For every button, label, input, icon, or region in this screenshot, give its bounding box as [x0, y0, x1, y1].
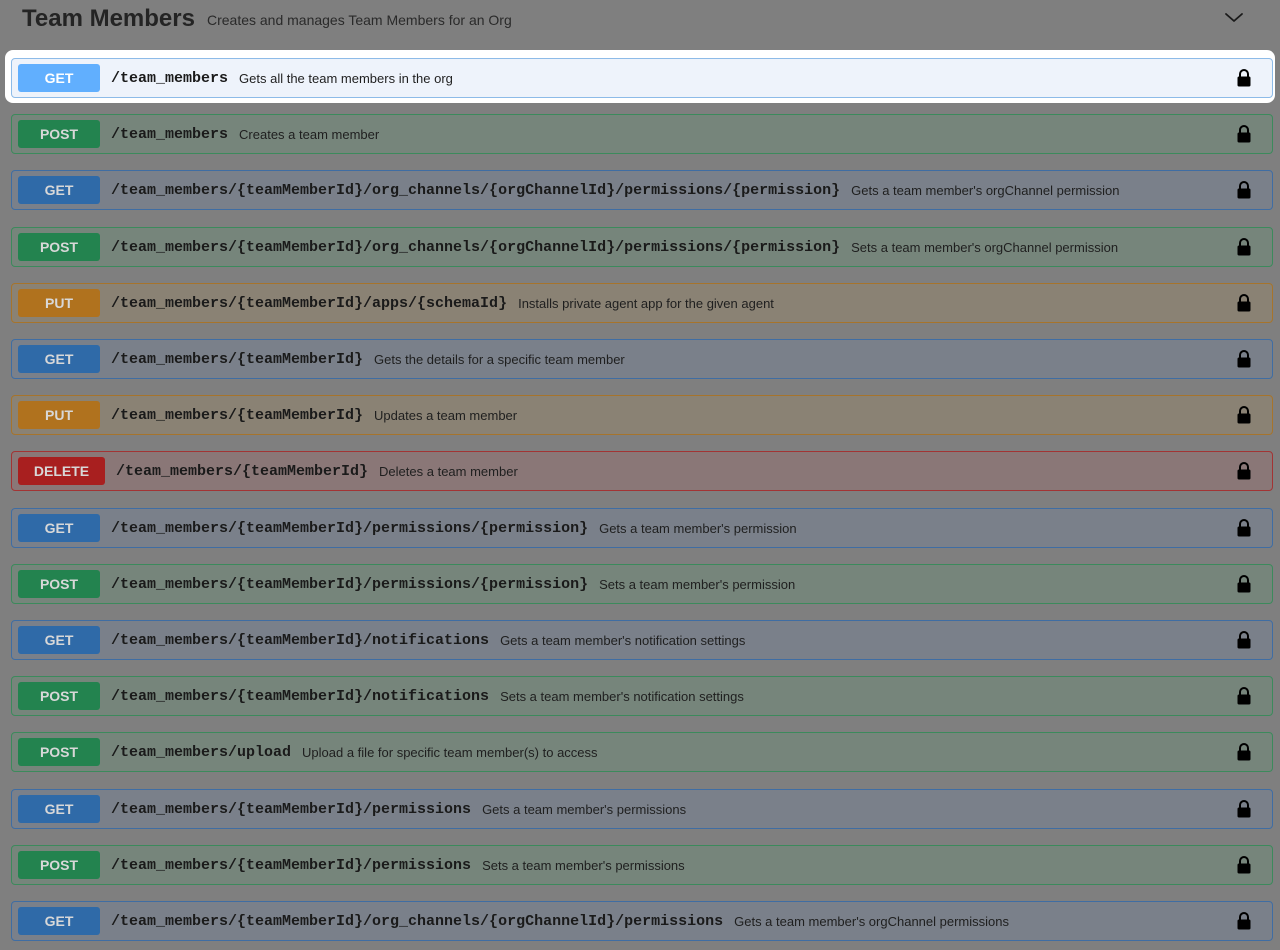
operation-summary: Gets a team member's orgChannel permissi…	[851, 182, 1120, 198]
operation-row[interactable]: PUT/team_members/{teamMemberId} Updates a…	[11, 395, 1273, 435]
operation-path: /team_members/upload	[111, 743, 292, 761]
operation-row[interactable]: PUT/team_members/{teamMemberId}/apps/{sc…	[11, 283, 1273, 323]
method-badge-post: POST	[18, 233, 100, 261]
method-badge-get: GET	[18, 176, 100, 204]
operation-path: /team_members/{teamMemberId}/permissions	[111, 856, 472, 874]
lock-icon[interactable]	[1236, 237, 1252, 257]
lock-icon[interactable]	[1236, 68, 1252, 88]
lock-icon[interactable]	[1236, 911, 1252, 931]
operation-summary: Sets a team member's permission	[599, 576, 796, 592]
lock-icon[interactable]	[1236, 180, 1252, 200]
operation-path: /team_members/{teamMemberId}/permissions	[111, 800, 472, 818]
operation-row[interactable]: GET/team_members/{teamMemberId}/permissi…	[11, 508, 1273, 548]
operation-path: /team_members/{teamMemberId}/apps/{schem…	[111, 294, 508, 312]
lock-icon[interactable]	[1236, 349, 1252, 369]
section-title: Team Members	[22, 5, 195, 32]
operation-row[interactable]: GET/team_members Gets all the team member…	[11, 58, 1273, 98]
operation-path: /team_members	[111, 125, 229, 143]
operation-row[interactable]: GET/team_members/{teamMemberId}/permissi…	[11, 789, 1273, 829]
operation-summary: Gets a team member's orgChannel permissi…	[734, 913, 1009, 929]
lock-icon[interactable]	[1236, 124, 1252, 144]
operation-summary: Gets a team member's permission	[599, 520, 797, 536]
lock-icon[interactable]	[1236, 855, 1252, 875]
method-badge-put: PUT	[18, 289, 100, 317]
operation-summary: Sets a team member's notification settin…	[500, 688, 744, 704]
section-description: Creates and manages Team Members for an …	[206, 12, 512, 28]
operation-row[interactable]: POST/team_members/{teamMemberId}/permiss…	[11, 564, 1273, 604]
operation-summary: Creates a team member	[239, 126, 380, 142]
operation-path: /team_members/{teamMemberId}/org_channel…	[111, 238, 841, 256]
lock-icon[interactable]	[1236, 574, 1252, 594]
lock-icon[interactable]	[1236, 461, 1252, 481]
operation-row[interactable]: POST/team_members/{teamMemberId}/org_cha…	[11, 227, 1273, 267]
lock-icon[interactable]	[1236, 518, 1252, 538]
operation-path: /team_members/{teamMemberId}	[111, 350, 364, 368]
operation-summary: Updates a team member	[374, 407, 518, 423]
method-badge-get: GET	[18, 907, 100, 935]
operation-path: /team_members	[111, 69, 229, 87]
operation-summary: Upload a file for specific team member(s…	[302, 744, 598, 760]
operation-summary: Gets a team member's permissions	[482, 801, 687, 817]
operation-row[interactable]: DELETE/team_members/{teamMemberId} Delete…	[11, 451, 1273, 491]
lock-icon[interactable]	[1236, 686, 1252, 706]
lock-icon[interactable]	[1236, 742, 1252, 762]
operation-path: /team_members/{teamMemberId}/notificatio…	[111, 631, 490, 649]
method-badge-post: POST	[18, 570, 100, 598]
operation-row[interactable]: POST/team_members/upload Upload a file fo…	[11, 732, 1273, 772]
method-badge-post: POST	[18, 120, 100, 148]
operation-summary: Installs private agent app for the given…	[518, 295, 774, 311]
operation-row[interactable]: POST/team_members Creates a team member	[11, 114, 1273, 154]
operation-row[interactable]: GET/team_members/{teamMemberId}/org_chan…	[11, 170, 1273, 210]
operation-summary: Gets all the team members in the org	[239, 70, 453, 86]
operation-path: /team_members/{teamMemberId}	[116, 462, 369, 480]
operation-path: /team_members/{teamMemberId}	[111, 406, 364, 424]
operation-summary: Gets the details for a specific team mem…	[374, 351, 625, 367]
operation-summary: Gets a team member's notification settin…	[500, 632, 746, 648]
operation-row[interactable]: POST/team_members/{teamMemberId}/permiss…	[11, 845, 1273, 885]
lock-icon[interactable]	[1236, 405, 1252, 425]
operation-summary: Sets a team member's orgChannel permissi…	[851, 239, 1119, 255]
method-badge-get: GET	[18, 795, 100, 823]
method-badge-get: GET	[18, 64, 100, 92]
lock-icon[interactable]	[1236, 799, 1252, 819]
operation-path: /team_members/{teamMemberId}/org_channel…	[111, 912, 724, 930]
method-badge-post: POST	[18, 738, 100, 766]
operation-path: /team_members/{teamMemberId}/permissions…	[111, 519, 589, 537]
operation-row[interactable]: GET/team_members/{teamMemberId}/org_chan…	[11, 901, 1273, 941]
method-badge-get: GET	[18, 626, 100, 654]
lock-icon[interactable]	[1236, 293, 1252, 313]
method-badge-post: POST	[18, 851, 100, 879]
operation-path: /team_members/{teamMemberId}/org_channel…	[111, 181, 841, 199]
method-badge-post: POST	[18, 682, 100, 710]
method-badge-delete: DELETE	[18, 457, 105, 485]
operation-path: /team_members/{teamMemberId}/notificatio…	[111, 687, 490, 705]
section-header[interactable]: Team Members Creates and manages Team Me…	[0, 0, 1280, 38]
operation-row[interactable]: GET/team_members/{teamMemberId}/notifica…	[11, 620, 1273, 660]
method-badge-get: GET	[18, 345, 100, 373]
method-badge-put: PUT	[18, 401, 100, 429]
operation-summary: Deletes a team member	[379, 463, 518, 479]
operation-row[interactable]: POST/team_members/{teamMemberId}/notific…	[11, 676, 1273, 716]
operation-summary: Sets a team member's permissions	[482, 857, 685, 873]
chevron-down-icon[interactable]	[1222, 6, 1246, 30]
operation-path: /team_members/{teamMemberId}/permissions…	[111, 575, 589, 593]
operation-row[interactable]: GET/team_members/{teamMemberId} Gets the …	[11, 339, 1273, 379]
lock-icon[interactable]	[1236, 630, 1252, 650]
method-badge-get: GET	[18, 514, 100, 542]
